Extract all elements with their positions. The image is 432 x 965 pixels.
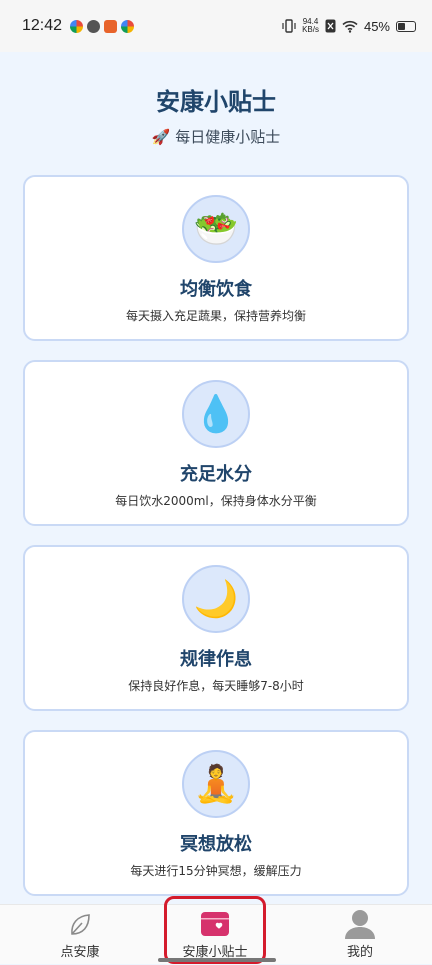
app-notification-icon: [70, 19, 84, 33]
status-right: 94.4 KB/s 45%: [282, 18, 416, 34]
page-subtitle-text: 每日健康小贴士: [175, 128, 281, 146]
nav-item-profile[interactable]: 我的: [300, 905, 420, 965]
page-subtitle: 🚀 每日健康小贴士: [0, 126, 432, 147]
page-title: 安康小贴士: [156, 88, 276, 116]
tip-title: 充足水分: [180, 464, 252, 485]
vibrate-icon: [282, 19, 296, 33]
tip-description: 保持良好作息，每天睡够7-8小时: [128, 679, 304, 693]
app-notification-icon: [121, 19, 135, 33]
tip-card-diet[interactable]: 🥗 均衡饮食 每天摄入充足蔬果，保持营养均衡: [23, 175, 409, 341]
status-app-icons: [70, 19, 135, 33]
moon-icon: 🌙: [182, 565, 250, 633]
net-speed: 94.4 KB/s: [302, 18, 319, 34]
tip-description: 每天进行15分钟冥想，缓解压力: [130, 864, 302, 878]
tip-card-meditation[interactable]: 🧘 冥想放松 每天进行15分钟冥想，缓解压力: [23, 730, 409, 896]
nav-item-home[interactable]: 点安康: [20, 905, 140, 965]
sim-off-icon: [325, 19, 336, 33]
status-time: 12:42: [22, 17, 63, 34]
tip-title: 规律作息: [180, 649, 252, 670]
droplet-icon: 💧: [182, 380, 250, 448]
tip-card-water[interactable]: 💧 充足水分 每日饮水2000ml，保持身体水分平衡: [23, 360, 409, 526]
nav-label: 我的: [346, 945, 373, 960]
app-notification-icon: [87, 19, 101, 33]
battery-icon: [396, 20, 416, 32]
app-notification-icon: [104, 19, 118, 33]
rocket-icon: 🚀: [151, 128, 171, 146]
leaf-icon: [71, 914, 90, 935]
person-icon: [345, 910, 375, 939]
tip-title: 冥想放松: [180, 834, 252, 855]
tip-card-sleep[interactable]: 🌙 规律作息 保持良好作息，每天睡够7-8小时: [23, 545, 409, 711]
wifi-icon: [342, 20, 358, 33]
battery-percent: 45%: [363, 18, 390, 34]
salad-icon: 🥗: [182, 195, 250, 263]
nav-label: 点安康: [60, 945, 100, 960]
status-bar: 12:42 94.4 KB/s 45%: [0, 0, 432, 52]
net-speed-unit: KB/s: [302, 25, 319, 34]
meditation-icon: 🧘: [182, 750, 250, 818]
tip-title: 均衡饮食: [180, 279, 252, 300]
tip-description: 每天摄入充足蔬果，保持营养均衡: [125, 309, 306, 323]
home-indicator[interactable]: [158, 958, 276, 962]
active-tab-highlight: [164, 896, 266, 964]
tip-description: 每日饮水2000ml，保持身体水分平衡: [115, 494, 317, 508]
